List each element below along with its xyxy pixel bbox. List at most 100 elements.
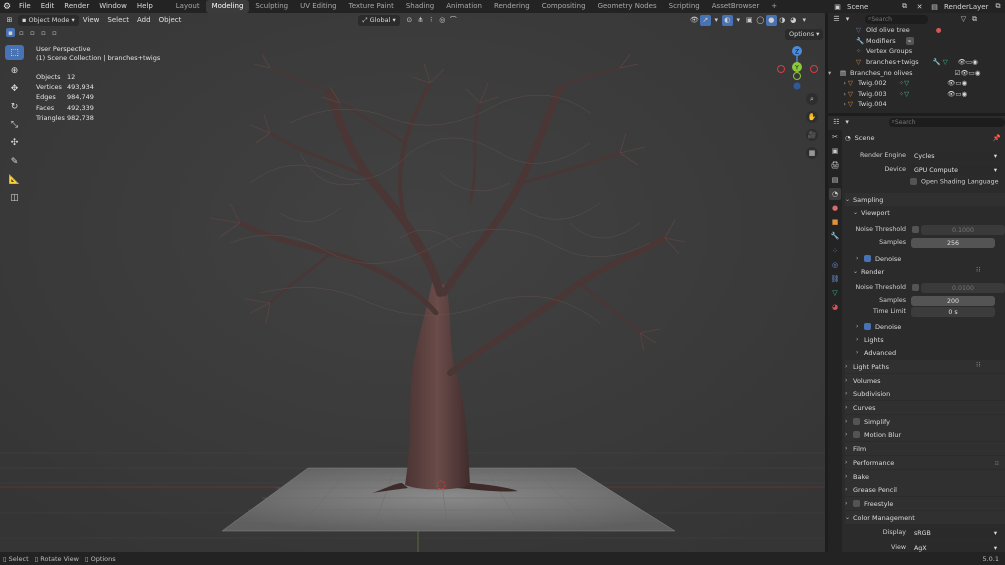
noise-threshold-checkbox[interactable] — [912, 226, 919, 233]
select-invert-icon[interactable]: ▫ — [39, 28, 48, 37]
editor-type-icon[interactable]: ⊞ — [4, 15, 15, 26]
constraints-tab-icon[interactable]: ⛓ — [829, 273, 841, 285]
mode-selector[interactable]: ▪ Object Mode ▾ — [18, 14, 79, 26]
blender-logo-icon[interactable]: ⚙ — [0, 0, 14, 13]
view-layer-tab-icon[interactable]: ▤ — [829, 174, 841, 186]
checkbox-icon[interactable] — [853, 418, 860, 425]
x-axis-gizmo[interactable] — [810, 65, 818, 73]
camera-icon[interactable]: ◉ — [972, 58, 978, 66]
view-menu[interactable]: View — [79, 13, 104, 27]
solid-shading-icon[interactable]: ● — [765, 14, 777, 26]
overlay-dropdown-icon[interactable]: ▾ — [733, 15, 744, 26]
expand-chevron-icon[interactable]: › — [828, 90, 848, 98]
workspace-tab-shading[interactable]: Shading — [400, 0, 440, 13]
physics-tab-icon[interactable]: ◎ — [829, 259, 841, 271]
menu-render[interactable]: Render — [59, 0, 94, 13]
falloff-icon[interactable]: ⌒ — [448, 15, 459, 26]
checkbox-icon[interactable] — [864, 323, 871, 330]
render-samples-field[interactable]: 200 — [911, 296, 995, 306]
panel-freestyle[interactable]: › Freestyle — [845, 497, 1005, 510]
outliner-row-twig-004[interactable]: › ▽ Twig.004 — [828, 99, 1005, 110]
shading-dropdown-icon[interactable]: ▾ — [799, 15, 810, 26]
snap-target-icon[interactable]: ⁝ — [426, 15, 437, 26]
display-mode-icon[interactable]: ▾ — [842, 14, 853, 25]
panel-grease-pencil[interactable]: › Grease Pencil — [845, 483, 1005, 496]
select-menu[interactable]: Select — [103, 13, 133, 27]
panel-motion-blur[interactable]: › Motion Blur — [845, 428, 1005, 441]
workspace-tab-geometry-nodes[interactable]: Geometry Nodes — [592, 0, 663, 13]
add-workspace-button[interactable]: + — [765, 0, 783, 13]
view-layer-name[interactable]: RenderLayer — [944, 3, 988, 11]
select-extend-icon[interactable]: ▫ — [17, 28, 26, 37]
panel-performance[interactable]: › Performance ⁝⁝ — [845, 456, 1005, 469]
add-cube-tool-icon[interactable]: ◫ — [5, 190, 24, 205]
expand-chevron-icon[interactable]: › — [828, 100, 848, 108]
render-noise-threshold-field[interactable]: 0.0100 — [921, 283, 1005, 293]
visibility-icon[interactable]: 👁 — [689, 15, 700, 26]
camera-icon[interactable]: ◉ — [962, 90, 968, 98]
preset-icon[interactable]: ⁝⁝ — [976, 266, 980, 274]
panel-sampling[interactable]: ⌄ Sampling — [845, 193, 1005, 206]
checkbox-icon[interactable] — [864, 255, 871, 262]
rendered-shading-icon[interactable]: ◕ — [788, 15, 799, 26]
scene-tab-icon[interactable]: ◔ — [829, 187, 841, 200]
render-engine-dropdown[interactable]: Cycles ▾ — [910, 151, 1000, 161]
options-dropdown[interactable]: Options ▾ — [785, 29, 824, 40]
new-scene-icon[interactable]: ⧉ — [899, 1, 910, 12]
view-transform-dropdown[interactable]: AgX ▾ — [910, 543, 1000, 552]
select-intersect-icon[interactable]: ▫ — [50, 28, 59, 37]
panel-subdivision[interactable]: › Subdivision — [845, 387, 1005, 400]
zoom-icon[interactable]: ⌕ — [806, 93, 818, 105]
output-tab-icon[interactable]: 🖨 — [829, 159, 841, 171]
new-view-layer-icon[interactable]: ⧉ — [992, 1, 1003, 12]
subpanel-lights[interactable]: › Lights — [856, 333, 1005, 346]
outliner-row-twig-003[interactable]: › ▽ Twig.003 ⁘ ▽ 👁 ▭ ◉ — [828, 89, 1005, 100]
annotate-tool-icon[interactable]: ✎ — [5, 154, 24, 169]
subpanel-render-denoise[interactable]: › Denoise — [856, 320, 1005, 333]
neg-z-axis-gizmo[interactable] — [793, 82, 801, 90]
xray-toggle-icon[interactable]: ▣ — [744, 15, 755, 26]
world-tab-icon[interactable]: ● — [829, 202, 841, 214]
transform-orientation-selector[interactable]: ⤢ Global ▾ — [358, 14, 400, 26]
panel-color-management[interactable]: ⌄ Color Management — [845, 511, 1005, 524]
cursor-tool-icon[interactable]: ⊕ — [5, 63, 24, 78]
menu-help[interactable]: Help — [132, 0, 158, 13]
subpanel-viewport-denoise[interactable]: › Denoise — [856, 252, 1005, 265]
measure-tool-icon[interactable]: 📐 — [5, 172, 24, 187]
time-limit-field[interactable]: 0 s — [911, 307, 995, 317]
outliner-row-vertex-groups[interactable]: ⁘ Vertex Groups — [828, 46, 1005, 57]
outliner-row-branches-twigs[interactable]: ▽ branches+twigs 🔧 ▽ 👁 ▭ ◉ — [828, 57, 1005, 68]
outliner-row-old-olive-tree[interactable]: ▽ Old olive tree ● — [828, 25, 1005, 36]
panel-volumes[interactable]: › Volumes — [845, 374, 1005, 387]
visibility-eye-icon[interactable]: 👁 — [960, 69, 968, 77]
tool-tab-icon[interactable]: ✂ — [829, 131, 841, 143]
properties-panel[interactable]: ☷ ▾ ⌕ Search ◔ Scene 📌 Render Engine Cycle… — [828, 116, 1005, 552]
gizmo-toggle-icon[interactable]: ↗ — [699, 14, 711, 26]
visibility-eye-icon[interactable]: 👁 — [958, 58, 966, 66]
outliner-row-modifiers[interactable]: 🔧 Modifiers ⌁ — [828, 36, 1005, 47]
add-menu[interactable]: Add — [133, 13, 155, 27]
pan-hand-icon[interactable]: ✋ — [806, 111, 818, 123]
camera-icon[interactable]: ◉ — [962, 79, 968, 87]
gizmo-dropdown-icon[interactable]: ▾ — [711, 15, 722, 26]
workspace-tab-uv-editing[interactable]: UV Editing — [294, 0, 343, 13]
filter-icon[interactable]: ▽ — [958, 14, 969, 25]
preset-icon[interactable]: ⁝⁝ — [995, 459, 999, 467]
outliner-panel[interactable]: ☰ ▾ ⌕ Search ▽ ⧉ ▽ Old olive tree ● 🔧 Modif… — [828, 13, 1005, 113]
camera-icon[interactable]: ◉ — [975, 69, 981, 77]
subpanel-render[interactable]: ⌄ Render — [853, 265, 1005, 278]
menu-file[interactable]: File — [14, 0, 36, 13]
3d-viewport[interactable] — [0, 13, 825, 552]
panel-light-paths[interactable]: › Light Paths — [845, 360, 1005, 373]
outliner-editor-icon[interactable]: ☰ — [831, 14, 842, 25]
delete-scene-icon[interactable]: ✕ — [914, 1, 925, 12]
material-preview-icon[interactable]: ◑ — [777, 15, 788, 26]
scene-name[interactable]: Scene — [847, 3, 895, 11]
workspace-tab-assetbrowser[interactable]: AssetBrowser — [706, 0, 766, 13]
wireframe-shading-icon[interactable]: ◯ — [755, 15, 766, 26]
overlay-toggle-icon[interactable]: ◐ — [721, 14, 733, 26]
scene-selector[interactable]: ▣ Scene ⧉ ✕ ▤ RenderLayer ⧉ — [832, 0, 1003, 13]
outliner-row-branches-no-olives[interactable]: ▾ ▤ Branches_no olives ☑ 👁 ▭ ◉ — [828, 67, 1005, 78]
properties-dropdown-icon[interactable]: ▾ — [842, 117, 853, 128]
select-subtract-icon[interactable]: ▫ — [28, 28, 37, 37]
